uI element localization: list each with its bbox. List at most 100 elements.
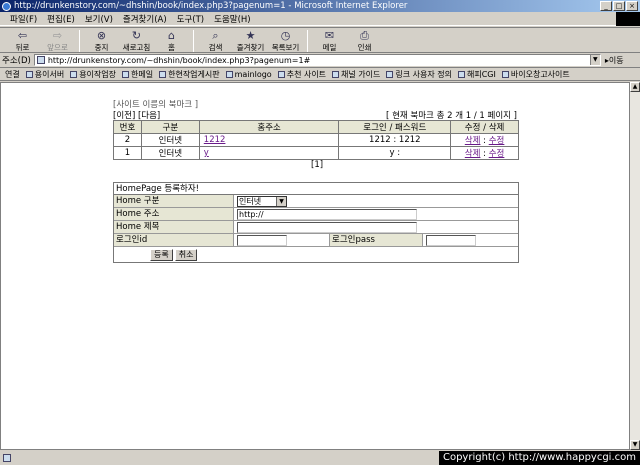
address-label: 주소(D) bbox=[2, 56, 31, 66]
mail-label: 메일 bbox=[322, 42, 337, 52]
address-dropdown-button[interactable]: ▼ bbox=[589, 55, 600, 65]
link-item[interactable]: 추천 사이트 bbox=[277, 69, 326, 80]
scroll-up-button[interactable]: ▲ bbox=[630, 82, 640, 92]
cell-actions: 삭제 : 수정 bbox=[450, 133, 519, 147]
scroll-down-button[interactable]: ▼ bbox=[630, 440, 640, 450]
cell-url-link[interactable]: 1212 bbox=[198, 133, 340, 147]
favorites-icon: ★ bbox=[245, 28, 256, 42]
search-button[interactable]: ⌕ 검색 bbox=[199, 28, 232, 54]
link-label: 바이오창고사이트 bbox=[510, 69, 570, 79]
vertical-scrollbar[interactable]: ▲ ▼ bbox=[630, 82, 640, 450]
favorites-button[interactable]: ★ 즐겨찾기 bbox=[234, 28, 267, 54]
link-item[interactable]: 바이오창고사이트 bbox=[501, 69, 570, 80]
link-item[interactable]: 해피CGI bbox=[458, 69, 496, 80]
minimize-button[interactable]: _ bbox=[600, 1, 612, 11]
form-row-login: 로그인id 로그인pass bbox=[114, 234, 518, 247]
page-icon bbox=[25, 70, 33, 78]
link-item[interactable]: 용이서버 bbox=[25, 69, 64, 80]
copyright-text: Copyright(c) http://www.happycgi.com bbox=[438, 451, 640, 465]
menu-bar: 파일(F) 편집(E) 보기(V) 즐겨찾기(A) 도구(T) 도움말(H) bbox=[0, 12, 640, 26]
address-field-label: Home 주소 bbox=[114, 208, 234, 220]
submit-button[interactable]: 등록 bbox=[150, 248, 173, 261]
category-label: Home 구분 bbox=[114, 195, 234, 207]
history-button[interactable]: ◷ 목록보기 bbox=[269, 28, 302, 54]
link-item[interactable]: 한현작업게시판 bbox=[159, 69, 220, 80]
login-cell bbox=[234, 234, 287, 246]
login-id-label: 로그인id bbox=[114, 234, 234, 246]
history-label: 목록보기 bbox=[271, 42, 300, 52]
category-value: 인터넷 bbox=[239, 196, 262, 206]
page-content: [사이트 이름의 북마크 ] [이전] [다음] [ 현재 북마크 총 2 개 … bbox=[0, 82, 630, 450]
search-label: 검색 bbox=[208, 42, 223, 52]
header-category: 구분 bbox=[140, 120, 200, 134]
link-item[interactable]: 채널 가이드 bbox=[332, 69, 380, 80]
back-label: 뒤로 bbox=[15, 42, 30, 52]
menu-favorites[interactable]: 즐겨찾기(A) bbox=[123, 13, 167, 25]
register-form: HomePage 등록하자! Home 구분 인터넷 ▼ Home 주소 http… bbox=[113, 182, 519, 263]
menu-help[interactable]: 도움말(H) bbox=[214, 13, 250, 25]
close-button[interactable]: × bbox=[626, 1, 638, 11]
table-row: 1 인터넷 y y : 삭제 : 수정 bbox=[113, 146, 519, 160]
links-bar: 연결 용이서버 용이작업장 한메일 한현작업게시판 mainlogo 추천 사이… bbox=[0, 67, 640, 81]
pass-cell bbox=[423, 234, 518, 246]
menu-view[interactable]: 보기(V) bbox=[85, 13, 113, 25]
separator: : bbox=[480, 149, 489, 159]
maximize-button[interactable]: □ bbox=[613, 1, 625, 11]
link-label: 채널 가이드 bbox=[341, 69, 381, 79]
refresh-icon: ↻ bbox=[131, 28, 142, 42]
forward-button[interactable]: ⇨ 앞으로 bbox=[41, 28, 74, 54]
delete-link[interactable]: 삭제 bbox=[465, 136, 481, 146]
menu-edit[interactable]: 편집(E) bbox=[47, 13, 75, 25]
page-icon bbox=[225, 70, 233, 78]
link-item[interactable]: 링크 사용자 정의 bbox=[386, 69, 452, 80]
status-bar: Copyright(c) http://www.happycgi.com bbox=[0, 450, 640, 465]
back-button[interactable]: ⇦ 뒤로 bbox=[6, 28, 39, 54]
separator: : bbox=[480, 136, 489, 146]
login-id-input[interactable] bbox=[237, 234, 287, 246]
cell-no: 1 bbox=[113, 146, 142, 160]
refresh-button[interactable]: ↻ 새로고침 bbox=[120, 28, 153, 54]
print-button[interactable]: ⎙ 인쇄 bbox=[348, 28, 381, 54]
cancel-button[interactable]: 취소 bbox=[174, 248, 198, 261]
link-item[interactable]: 한메일 bbox=[122, 69, 153, 80]
home-name-input[interactable] bbox=[237, 221, 417, 233]
address-cell: http:// bbox=[234, 208, 518, 220]
home-label: 홈 bbox=[168, 42, 175, 52]
chevron-down-icon: ▼ bbox=[276, 196, 286, 206]
name-cell bbox=[234, 221, 518, 233]
page-icon bbox=[159, 70, 167, 78]
menu-tools[interactable]: 도구(T) bbox=[177, 13, 204, 25]
table-row: 2 인터넷 1212 1212 : 1212 삭제 : 수정 bbox=[113, 133, 519, 147]
menu-file[interactable]: 파일(F) bbox=[10, 13, 37, 25]
address-input[interactable]: http://drunkenstory.com/~dhshin/book/ind… bbox=[33, 54, 601, 66]
forward-label: 앞으로 bbox=[47, 42, 68, 52]
stop-button[interactable]: ⊗ 중지 bbox=[85, 28, 118, 54]
cell-url-link[interactable]: y bbox=[198, 146, 340, 160]
ie-logo-icon bbox=[2, 1, 11, 11]
search-icon: ⌕ bbox=[212, 28, 219, 42]
forward-arrow-icon: ⇨ bbox=[52, 28, 63, 42]
link-item[interactable]: 용이작업장 bbox=[70, 69, 116, 80]
category-select[interactable]: 인터넷 ▼ bbox=[237, 195, 287, 207]
edit-link[interactable]: 수정 bbox=[489, 149, 505, 159]
page-icon bbox=[458, 70, 465, 78]
window-title: http://drunkenstory.com/~dhshin/book/ind… bbox=[14, 1, 408, 11]
pagination-link[interactable]: [1] bbox=[311, 160, 323, 170]
form-row-category: Home 구분 인터넷 ▼ bbox=[114, 195, 518, 208]
mail-button[interactable]: ✉ 메일 bbox=[313, 28, 346, 54]
mail-icon: ✉ bbox=[324, 28, 335, 42]
home-address-input[interactable]: http:// bbox=[237, 208, 417, 220]
page-icon bbox=[501, 70, 509, 78]
link-label: 링크 사용자 정의 bbox=[395, 69, 452, 79]
page-icon bbox=[277, 70, 285, 78]
link-item[interactable]: mainlogo bbox=[225, 70, 272, 79]
page-icon bbox=[70, 70, 78, 78]
home-button[interactable]: ⌂ 홈 bbox=[155, 28, 188, 54]
go-button[interactable]: ▸이동 bbox=[605, 55, 624, 66]
delete-link[interactable]: 삭제 bbox=[465, 149, 481, 159]
cell-no: 2 bbox=[113, 133, 142, 147]
back-arrow-icon: ⇦ bbox=[17, 28, 28, 42]
header-no: 번호 bbox=[113, 120, 142, 134]
edit-link[interactable]: 수정 bbox=[489, 136, 505, 146]
login-pass-input[interactable] bbox=[426, 234, 476, 246]
